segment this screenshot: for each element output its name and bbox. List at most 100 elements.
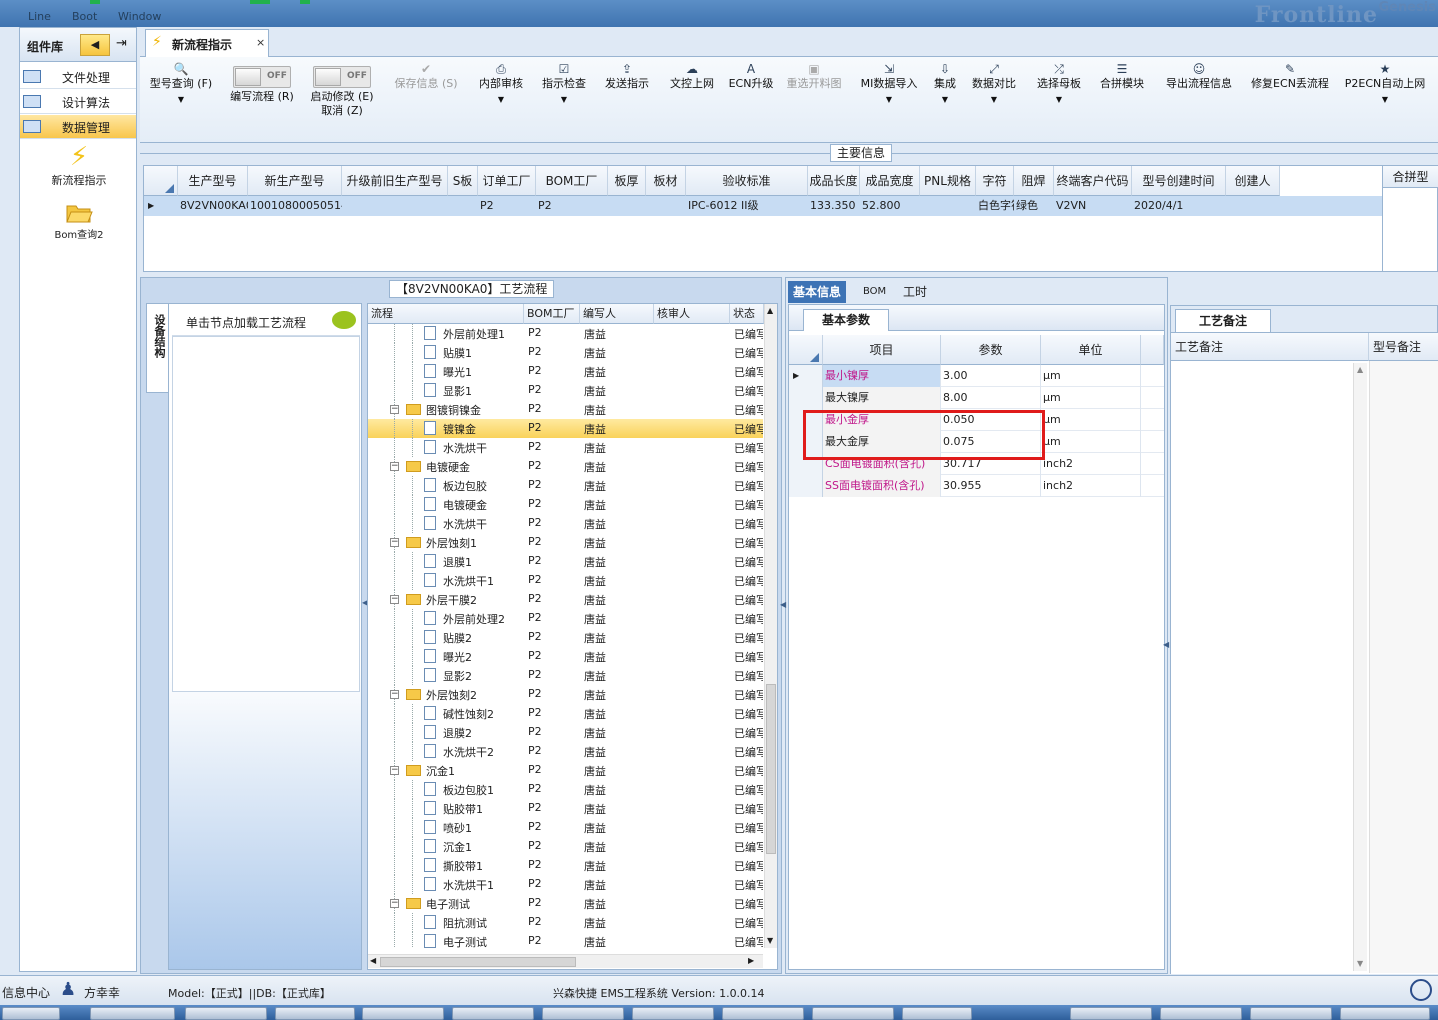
sidebar-item-file[interactable]: 文件处理 [20,65,136,89]
arrow-up-icon[interactable]: ▲ [1357,365,1363,374]
ribbon-button[interactable]: ✔ 保存信息 (S) [390,61,462,91]
tree-node[interactable]: 曝光1 P2 唐益 已编写 [368,362,763,381]
table-cell[interactable] [1226,196,1280,216]
param-unit[interactable]: μm [1041,409,1141,431]
column-header[interactable]: 验收标准 [686,166,808,196]
table-cell[interactable]: 10010800050514 [248,196,342,216]
column-header[interactable]: 型号创建时间 [1132,166,1226,196]
column-header[interactable]: 编写人 [580,304,654,324]
tool-bom-query[interactable]: Bom查询2 [34,200,124,241]
tree-node[interactable]: 外层前处理1 P2 唐益 已编写 [368,324,763,343]
tree-node[interactable]: − 电镀硬金 P2 唐益 已编写 [368,457,763,476]
ribbon-button[interactable]: ★ P2ECN自动上网 ▼ [1340,61,1430,104]
ribbon-button[interactable]: ▣ 重选开料图 [782,61,846,91]
vertical-scrollbar[interactable]: ▲ ▼ [764,304,777,948]
tree-node[interactable]: 退膜1 P2 唐益 已编写 [368,552,763,571]
taskbar-button[interactable] [1160,1007,1242,1020]
tree-node[interactable]: 水洗烘干2 P2 唐益 已编写 [368,742,763,761]
taskbar-button[interactable] [1340,1007,1430,1020]
collapse-icon[interactable]: − [390,462,399,471]
close-icon[interactable]: × [256,36,265,49]
menu-item[interactable]: Line [28,10,51,23]
table-cell[interactable]: IPC-6012 II级 [686,196,808,216]
tree-node[interactable]: 水洗烘干 P2 唐益 已编写 [368,514,763,533]
table-cell[interactable]: P2 [536,196,608,216]
tab-basic-info[interactable]: 基本信息 [788,281,847,303]
ribbon-button[interactable]: ☑ 指示检查 ▼ [536,61,592,104]
column-header[interactable]: 流程 [368,304,524,324]
param-unit[interactable]: μm [1041,431,1141,453]
chevron-down-icon[interactable]: ▼ [536,95,592,104]
arrow-left-icon[interactable]: ◀ [370,956,376,965]
ribbon-button[interactable]: OFF 编写流程 (R) [226,61,298,104]
table-cell[interactable] [448,196,478,216]
arrow-down-icon[interactable]: ▼ [767,936,773,945]
taskbar-button[interactable] [2,1007,60,1020]
collapse-icon[interactable]: − [390,405,399,414]
collapse-icon[interactable]: − [390,766,399,775]
scroll-thumb[interactable] [766,684,776,854]
table-row[interactable]: SS面电镀面积(含孔) 30.955 inch2 [789,475,1164,497]
tree-node[interactable]: 外层前处理2 P2 唐益 已编写 [368,609,763,628]
sidebar-item-algorithm[interactable]: 设计算法 [20,90,136,114]
tree-node[interactable]: 沉金1 P2 唐益 已编写 [368,837,763,856]
taskbar-button[interactable] [275,1007,355,1020]
chevron-down-icon[interactable]: ▼ [473,95,529,104]
splitter-icon[interactable]: ◀ [780,600,786,609]
tree-node[interactable]: 喷砂1 P2 唐益 已编写 [368,818,763,837]
column-header[interactable]: PNL规格 [920,166,976,196]
ribbon-button[interactable]: ⇲ MI数据导入 ▼ [855,61,923,104]
ribbon-button[interactable]: ✎ 修复ECN丢流程 [1245,61,1335,91]
tree-node[interactable]: 显影1 P2 唐益 已编写 [368,381,763,400]
table-cell[interactable]: P2 [478,196,536,216]
menu-item[interactable]: Boot [72,10,97,23]
taskbar-button[interactable] [362,1007,444,1020]
tool-new-process[interactable]: ⚡ 新流程指示 [34,142,124,188]
table-row[interactable]: 最大镍厚 8.00 μm [789,387,1164,409]
tab-equipment[interactable]: 设备结构 [146,303,168,393]
column-header[interactable]: 升级前旧生产型号 [342,166,448,196]
column-header[interactable]: 创建人 [1226,166,1280,196]
clock-icon[interactable] [1410,979,1432,1001]
toggle-switch[interactable]: OFF [233,66,291,88]
param-unit[interactable]: μm [1041,387,1141,409]
tree-node[interactable]: 电镀硬金 P2 唐益 已编写 [368,495,763,514]
param-name[interactable]: SS面电镀面积(含孔) [823,475,941,497]
taskbar-button[interactable] [90,1007,175,1020]
chevron-down-icon[interactable]: ▼ [930,95,960,104]
info-center[interactable]: 信息中心 [2,984,50,1001]
table-cell[interactable] [920,196,976,216]
chevron-down-icon[interactable]: ▼ [1340,95,1430,104]
collapse-icon[interactable]: − [390,899,399,908]
column-header[interactable]: 字符 [976,166,1014,196]
tree-node[interactable]: − 电子测试 P2 唐益 已编写 [368,894,763,913]
splitter-icon[interactable]: ◀ [1163,640,1169,649]
column-header[interactable]: BOM工厂 [536,166,608,196]
arrow-up-icon[interactable]: ▲ [767,306,773,315]
tree-node[interactable]: 贴膜2 P2 唐益 已编写 [368,628,763,647]
taskbar-button[interactable] [902,1007,972,1020]
tree-node[interactable]: 水洗烘干1 P2 唐益 已编写 [368,571,763,590]
table-cell[interactable]: 绿色 [1014,196,1054,216]
notes-editor[interactable] [1369,361,1438,973]
table-cell[interactable] [608,196,646,216]
param-name[interactable]: 最小镍厚 [823,365,941,387]
tab-new-process[interactable]: ⚡ 新流程指示 × [145,29,269,57]
table-cell[interactable]: 133.350 [808,196,860,216]
column-header[interactable]: 成品宽度 [860,166,920,196]
tree-node[interactable]: 退膜2 P2 唐益 已编写 [368,723,763,742]
param-unit[interactable]: inch2 [1041,475,1141,497]
tab-basic-params[interactable]: 基本参数 [803,309,889,331]
column-header[interactable]: 核审人 [654,304,730,324]
chevron-down-icon[interactable]: ▼ [145,95,217,104]
tree-node[interactable]: 阻抗测试 P2 唐益 已编写 [368,913,763,932]
column-header[interactable]: 板厚 [608,166,646,196]
ribbon-button[interactable]: ☰ 合拼模块 [1096,61,1148,91]
chevron-down-icon[interactable]: ▼ [969,95,1019,104]
tree-node[interactable]: − 外层蚀刻2 P2 唐益 已编写 [368,685,763,704]
param-unit[interactable]: μm [1041,365,1141,387]
tree-node[interactable]: 水洗烘干 P2 唐益 已编写 [368,438,763,457]
collapse-icon[interactable]: − [390,690,399,699]
back-button[interactable]: ◀ [80,34,110,56]
tree-node[interactable]: 曝光2 P2 唐益 已编写 [368,647,763,666]
